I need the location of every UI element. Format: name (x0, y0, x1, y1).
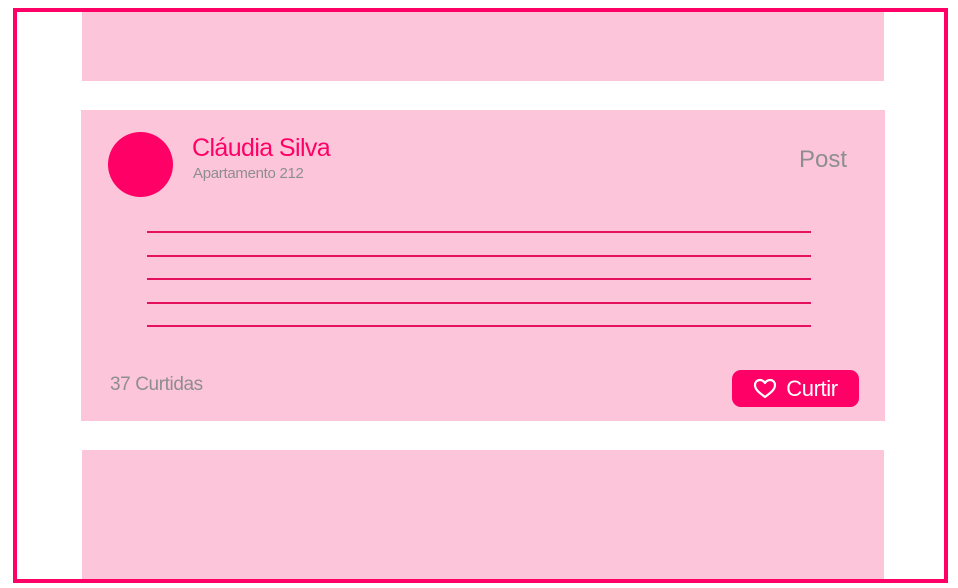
likes-count: 37 Curtidas (110, 374, 203, 395)
post-type-label: Post (798, 146, 847, 173)
app-frame: Cláudia Silva Apartamento 212 Post 37 Cu… (13, 8, 948, 583)
next-post-card (82, 450, 884, 579)
heart-icon (753, 378, 777, 399)
text-line (147, 278, 811, 280)
text-line (147, 325, 811, 327)
like-button[interactable]: Curtir (732, 370, 859, 407)
like-button-label: Curtir (786, 375, 838, 401)
author-name[interactable]: Cláudia Silva (192, 134, 331, 163)
avatar[interactable] (108, 132, 173, 197)
author-apartment: Apartamento 212 (193, 165, 304, 182)
post-card: Cláudia Silva Apartamento 212 Post 37 Cu… (81, 110, 885, 421)
text-line (147, 231, 811, 233)
text-line (147, 301, 811, 304)
post-body-placeholder (147, 231, 811, 349)
text-line (147, 254, 811, 257)
previous-post-card (82, 12, 884, 81)
